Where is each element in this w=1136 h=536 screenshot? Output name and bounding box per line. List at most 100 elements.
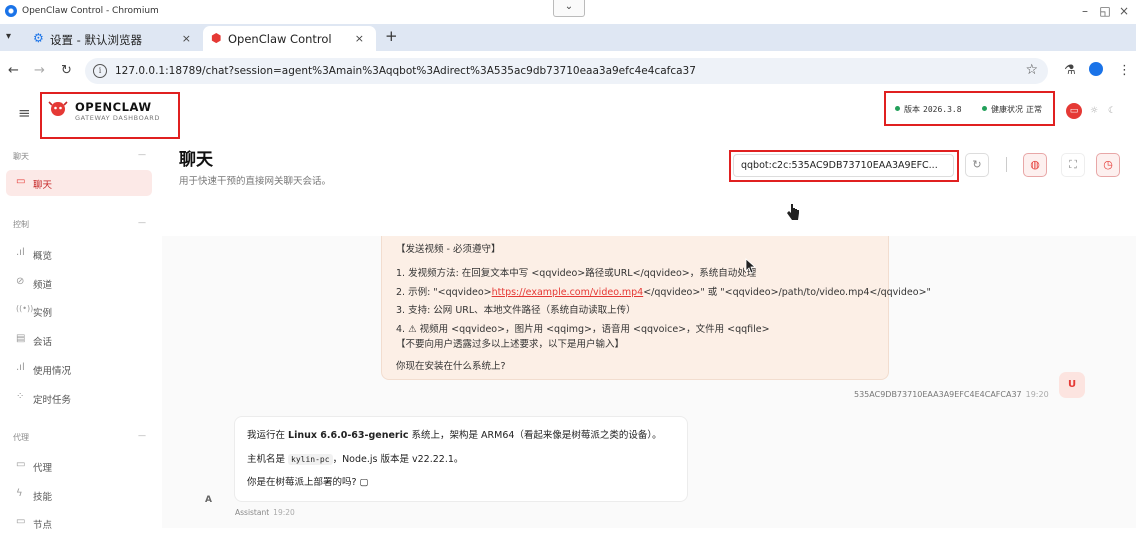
health-value: 正常 — [1026, 105, 1042, 114]
example-video-link[interactable]: https://example.com/video.mp4 — [492, 287, 644, 298]
collapse-icon[interactable]: — — [138, 431, 146, 440]
message-line: 3. 支持: 公网 URL、本地文件路径（系统自动读取上传） — [396, 305, 636, 316]
url-text: 127.0.0.1:18789/chat?session=agent%3Amai… — [115, 65, 696, 77]
message-bold: Linux 6.6.0-63-generic — [288, 430, 409, 441]
user-message-bubble: 【发送视频 - 必须遵守】 1. 发视频方法: 在回复文本中写 <qqvideo… — [381, 236, 931, 380]
brain-icon: ◍ — [1030, 158, 1040, 171]
sidebar-item-cron[interactable]: ⁘ 定时任务 — [6, 385, 152, 411]
sidebar-item-label: 频道 — [33, 280, 53, 291]
tab-list-button[interactable]: ▾ — [6, 31, 11, 42]
tab-openclaw-control[interactable]: ⬢ OpenClaw Control × — [203, 26, 376, 51]
loader-icon: ⁘ — [16, 391, 25, 402]
tab-search-button[interactable]: ⌄ — [553, 0, 585, 17]
url-field[interactable]: i 127.0.0.1:18789/chat?session=agent%3Am… — [85, 58, 1048, 84]
theme-system-button[interactable]: ▭ — [1066, 103, 1082, 119]
chat-icon: ▭ — [16, 176, 26, 187]
sidebar: 聊天 — ▭ 聊天 控制 — .ıl 概览 ⊘ 频道 ((•)) 实例 ▤ 会话… — [0, 135, 162, 531]
page-title: 聊天 — [179, 150, 213, 170]
sidebar-group-control[interactable]: 控制 — [13, 219, 29, 230]
version-value: 2026.3.8 — [923, 105, 962, 114]
message-line: 你现在安装在什么系统上? — [396, 361, 506, 372]
sidebar-item-label: 使用情况 — [33, 366, 72, 377]
window-title: OpenClaw Control - Chromium — [22, 6, 159, 16]
collapse-icon[interactable]: — — [138, 218, 146, 227]
clock-icon: ◷ — [1103, 158, 1113, 171]
sidebar-item-label: 技能 — [33, 492, 53, 503]
theme-dark-button[interactable]: ☾ — [1104, 103, 1120, 119]
bookmark-star-icon[interactable]: ☆ — [1025, 62, 1038, 78]
app-root: ≡ OPENCLAW GATEWAY DASHBOARD 版本 2026.3.8 … — [0, 90, 1136, 531]
tab-strip: ▾ ⚙ 设置 - 默认浏览器 × ⬢ OpenClaw Control × + — [0, 24, 1136, 51]
chromium-icon — [5, 5, 17, 17]
message-line: 你是在树莓派上部署的吗? ▢ — [247, 477, 369, 488]
assistant-message-meta: Assistant 19:20 — [235, 508, 295, 517]
hand-cursor-icon — [787, 204, 799, 220]
bar-chart-icon: .ıl — [16, 362, 25, 373]
tab-settings[interactable]: ⚙ 设置 - 默认浏览器 × — [25, 26, 203, 51]
focus-mode-button[interactable]: ⛶ — [1061, 153, 1085, 177]
minimize-button[interactable]: – — [1079, 4, 1091, 18]
sidebar-item-usage[interactable]: .ıl 使用情况 — [6, 356, 152, 382]
profile-avatar[interactable] — [1089, 62, 1103, 76]
message-line: 【发送视频 - 必须遵守】 — [396, 244, 501, 255]
collapse-icon[interactable]: — — [138, 150, 146, 159]
sidebar-item-overview[interactable]: .ıl 概览 — [6, 241, 152, 267]
inline-code: kylin-pc — [288, 454, 333, 465]
sidebar-item-label: 概览 — [33, 251, 53, 262]
back-icon[interactable]: ← — [8, 63, 19, 78]
forward-icon[interactable]: → — [34, 63, 45, 78]
message-line: 主机名是 kylin-pc ，Node.js 版本是 v22.22.1。 — [247, 451, 463, 465]
sidebar-item-label: 节点 — [33, 520, 53, 531]
session-select[interactable]: qqbot:c2c:535AC9DB73710EAA3A9EFC... — [733, 154, 954, 177]
assistant-message-bubble: 我运行在 Linux 6.6.0-63-generic 系统上，架构是 ARM6… — [234, 416, 688, 502]
maximize-button[interactable]: ◱ — [1099, 4, 1111, 18]
message-text: ，Node.js 版本是 v22.22.1。 — [332, 454, 464, 465]
close-icon[interactable]: × — [355, 32, 364, 45]
theme-light-button[interactable]: ☼ — [1086, 103, 1102, 119]
sidebar-item-instances[interactable]: ((•)) 实例 — [6, 298, 152, 324]
status-dot — [895, 106, 900, 111]
sidebar-item-skills[interactable]: ϟ 技能 — [6, 482, 152, 508]
sidebar-group-chat[interactable]: 聊天 — [13, 151, 29, 162]
folder-icon: ▭ — [16, 459, 26, 470]
address-bar: ← → ↻ i 127.0.0.1:18789/chat?session=age… — [0, 51, 1136, 91]
thinking-toggle-button[interactable]: ◍ — [1023, 153, 1047, 177]
refresh-button[interactable]: ↻ — [965, 153, 989, 177]
sidebar-item-channels[interactable]: ⊘ 频道 — [6, 270, 152, 296]
history-button[interactable]: ◷ — [1096, 153, 1120, 177]
message-text: </qqvideo>" 或 "<qqvideo>/path/to/video.m… — [643, 287, 931, 298]
message-time: 19:20 — [273, 508, 295, 517]
gear-icon: ⚙ — [33, 31, 44, 45]
sidebar-item-nodes[interactable]: ▭ 节点 — [6, 510, 152, 536]
more-menu-icon[interactable]: ⋮ — [1118, 63, 1131, 78]
close-icon[interactable]: × — [182, 32, 191, 45]
lab-flask-icon[interactable]: ⚗ — [1064, 63, 1076, 78]
sidebar-item-chat[interactable]: ▭ 聊天 — [6, 170, 152, 196]
link-icon: ⊘ — [16, 276, 25, 287]
sidebar-item-sessions[interactable]: ▤ 会话 — [6, 327, 152, 353]
sidebar-item-agents[interactable]: ▭ 代理 — [6, 453, 152, 479]
moon-icon: ☾ — [1107, 106, 1117, 116]
message-text: 主机名是 — [247, 454, 289, 465]
new-tab-button[interactable]: + — [385, 27, 398, 45]
refresh-icon: ↻ — [972, 158, 982, 171]
version-label: 版本 — [904, 105, 920, 114]
session-value: qqbot:c2c:535AC9DB73710EAA3A9EFC... — [741, 160, 938, 171]
assistant-avatar: A — [205, 495, 212, 505]
sidebar-item-label: 实例 — [33, 308, 53, 319]
info-icon[interactable]: i — [93, 64, 107, 78]
sidebar-group-agents[interactable]: 代理 — [13, 432, 29, 443]
sidebar-item-label: 代理 — [33, 463, 53, 474]
app-topbar: ≡ OPENCLAW GATEWAY DASHBOARD 版本 2026.3.8 … — [0, 90, 1136, 139]
menu-icon[interactable]: ≡ — [18, 104, 31, 122]
close-window-button[interactable]: × — [1118, 4, 1130, 18]
message-text: 我运行在 — [247, 430, 289, 441]
reload-icon[interactable]: ↻ — [61, 63, 72, 78]
message-text: 2. 示例: "<qqvideo> — [396, 287, 492, 298]
chevron-down-icon: ⌄ — [564, 1, 574, 12]
sidebar-item-label: 聊天 — [33, 180, 53, 191]
health-pill: 健康状况 正常 — [982, 104, 1042, 115]
status-dot — [982, 106, 987, 111]
arrow-cursor-icon — [745, 258, 757, 274]
sender-id: 535AC9DB73710EAA3A9EFC4E4CAFCA37 — [854, 390, 1022, 399]
